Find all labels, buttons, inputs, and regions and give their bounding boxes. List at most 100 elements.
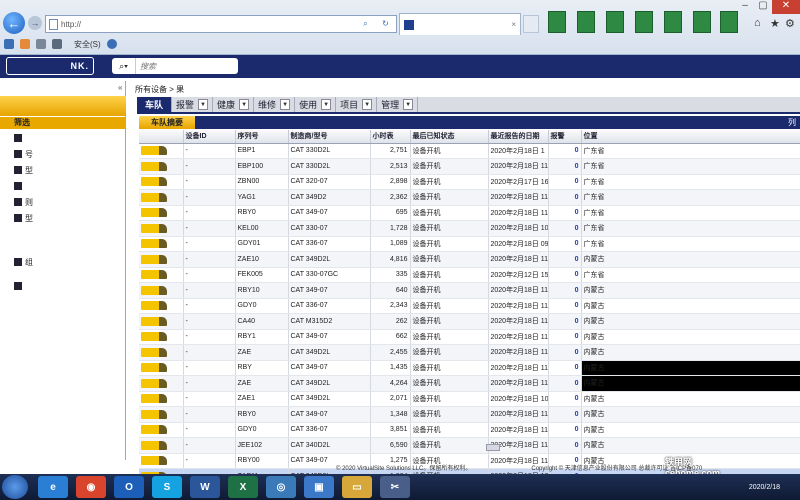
sidebar-item[interactable]: 号 xyxy=(0,148,126,162)
excavator-icon[interactable] xyxy=(141,239,167,249)
chevron-down-icon[interactable]: ▼ xyxy=(198,99,209,110)
excavator-icon[interactable] xyxy=(141,363,167,373)
app-logo[interactable]: NK. xyxy=(6,57,94,75)
excavator-icon[interactable] xyxy=(141,440,167,450)
excavator-icon[interactable] xyxy=(141,409,167,419)
help-icon[interactable] xyxy=(106,39,117,49)
system-clock[interactable]: 2020/2/18 xyxy=(720,474,780,500)
machine-icon[interactable] xyxy=(139,298,184,314)
user-menu[interactable] xyxy=(704,61,794,71)
machine-icon[interactable] xyxy=(139,251,184,268)
machine-icon[interactable] xyxy=(139,282,184,299)
excavator-icon[interactable] xyxy=(141,394,167,404)
new-tab-button[interactable] xyxy=(523,15,539,33)
machine-icon[interactable] xyxy=(139,205,184,221)
machine-icon[interactable] xyxy=(139,360,184,376)
search-icon[interactable]: ⌕ xyxy=(363,19,367,29)
machine-icon[interactable] xyxy=(139,437,184,454)
table-row[interactable]: - GDY01 CAT 336-07 1,089 设备开机 2020年2月18日 09 0 广… xyxy=(139,236,800,252)
excavator-icon[interactable] xyxy=(141,161,167,171)
excavator-icon[interactable] xyxy=(141,332,167,342)
network-taskbar-icon[interactable]: ◎ xyxy=(266,476,296,498)
back-button[interactable]: ← xyxy=(3,12,25,34)
sidebar-item[interactable] xyxy=(0,132,126,146)
table-row[interactable]: - GDY0 CAT 336-07 3,851 设备开机 2020年2月18日 11 0 内蒙… xyxy=(139,422,800,438)
sidebar-collapse-icon[interactable]: « xyxy=(118,83,122,92)
table-row[interactable]: - ZAE1 CAT 349D2L 2,071 设备开机 2020年2月18日 10 0 内蒙… xyxy=(139,391,800,407)
sidebar-item[interactable] xyxy=(0,180,126,194)
chevron-down-icon[interactable]: ▼ xyxy=(280,99,291,110)
excavator-icon[interactable] xyxy=(141,270,167,280)
start-button[interactable] xyxy=(2,475,28,499)
scroll-grip[interactable] xyxy=(486,444,500,451)
excavator-icon[interactable] xyxy=(141,425,167,435)
tab-admin[interactable]: 管理 ▼ xyxy=(377,97,419,112)
column-header-icon[interactable] xyxy=(139,130,184,144)
machine-icon[interactable] xyxy=(139,220,184,237)
excavator-icon[interactable] xyxy=(141,177,167,187)
chrome-taskbar-icon[interactable]: ◉ xyxy=(76,476,106,498)
excavator-icon[interactable] xyxy=(141,301,167,311)
forward-button[interactable]: → xyxy=(28,16,42,30)
cell-alarm[interactable]: 0 xyxy=(548,313,582,330)
pinned-tab[interactable] xyxy=(720,11,738,33)
cell-alarm[interactable]: 0 xyxy=(548,189,582,206)
home-cmd-icon[interactable] xyxy=(4,39,14,49)
cell-alarm[interactable]: 0 xyxy=(548,158,582,175)
cell-alarm[interactable]: 0 xyxy=(548,267,582,283)
tool-taskbar-icon[interactable]: ✂ xyxy=(380,476,410,498)
excavator-icon[interactable] xyxy=(141,316,167,326)
table-row[interactable]: - ZAE CAT 349D2L 2,455 设备开机 2020年2月18日 11 0 内蒙古 xyxy=(139,344,800,361)
machine-icon[interactable] xyxy=(139,143,184,159)
browser-tab-active[interactable]: × xyxy=(399,13,521,35)
pinned-tab[interactable] xyxy=(664,11,682,33)
machine-icon[interactable] xyxy=(139,189,184,206)
table-row[interactable]: - GDY0 CAT 336-07 2,343 设备开机 2020年2月18日 11 0 内蒙… xyxy=(139,298,800,314)
tab-alarms[interactable]: 报警 ▼ xyxy=(172,97,214,112)
tab-fleet[interactable]: 车队 xyxy=(137,97,173,112)
table-row[interactable]: - ZAE10 CAT 349D2L 4,816 设备开机 2020年2月18日 11 0 内… xyxy=(139,251,800,268)
column-header-last-report-date[interactable]: 最近报告的日期 xyxy=(488,130,549,144)
pinned-tab[interactable] xyxy=(606,11,624,33)
sidebar-item-group[interactable]: 组 xyxy=(0,256,126,270)
excavator-icon[interactable] xyxy=(141,146,167,156)
column-header-hour-meter[interactable]: 小时表 xyxy=(370,130,411,144)
pinned-tab[interactable] xyxy=(693,11,711,33)
refresh-icon[interactable]: ↻ xyxy=(382,19,389,29)
cell-alarm[interactable]: 0 xyxy=(548,437,582,454)
cell-alarm[interactable]: 0 xyxy=(548,360,582,376)
tab-usage[interactable]: 使用 ▼ xyxy=(295,97,337,112)
search-input[interactable] xyxy=(136,61,232,71)
tab-projects[interactable]: 项目 ▼ xyxy=(336,97,378,112)
address-bar[interactable]: http:// ⌕ ↻ xyxy=(45,15,397,33)
sidebar-item[interactable]: 则 xyxy=(0,196,126,210)
tab-close-icon[interactable]: × xyxy=(511,20,516,29)
machine-icon[interactable] xyxy=(139,158,184,175)
columns-menu[interactable]: 列 xyxy=(788,118,796,127)
machine-icon[interactable] xyxy=(139,344,184,361)
cell-alarm[interactable]: 0 xyxy=(548,344,582,361)
mail-icon[interactable] xyxy=(36,39,46,49)
machine-icon[interactable] xyxy=(139,174,184,190)
cell-alarm[interactable]: 0 xyxy=(548,375,582,392)
minimize-button[interactable]: – xyxy=(736,0,754,14)
column-header-location[interactable]: 位置 xyxy=(581,130,800,144)
excavator-icon[interactable] xyxy=(141,254,167,264)
cell-alarm[interactable]: 0 xyxy=(548,298,582,314)
table-row[interactable]: - ZBN00 CAT 320-07 2,898 设备开机 2020年2月17日 16 0 广… xyxy=(139,174,800,190)
cell-alarm[interactable]: 0 xyxy=(548,205,582,221)
table-row[interactable]: - EBP1 CAT 330D2L 2,751 设备开机 2020年2月18日 1 0 广东省 xyxy=(139,143,800,159)
pinned-tab[interactable] xyxy=(577,11,595,33)
excavator-icon[interactable] xyxy=(141,456,167,466)
cell-alarm[interactable]: 0 xyxy=(548,422,582,438)
table-row[interactable]: - JEE102 CAT 340D2L 6,590 设备开机 2020年2月18日 11 0… xyxy=(139,437,800,454)
word-taskbar-icon[interactable]: W xyxy=(190,476,220,498)
machine-icon[interactable] xyxy=(139,406,184,423)
table-row[interactable]: - RBY0 CAT 349-07 1,348 设备开机 2020年2月18日 11 0 内蒙… xyxy=(139,406,800,423)
excavator-icon[interactable] xyxy=(141,223,167,233)
outlook-taskbar-icon[interactable]: O xyxy=(114,476,144,498)
table-row[interactable]: - YAG1 CAT 349D2 2,362 设备开机 2020年2月18日 11 0 广东省 xyxy=(139,189,800,206)
column-header-last-status[interactable]: 最后已知状态 xyxy=(410,130,489,144)
chevron-down-icon[interactable]: ▼ xyxy=(321,99,332,110)
feeds-icon[interactable] xyxy=(20,39,30,49)
